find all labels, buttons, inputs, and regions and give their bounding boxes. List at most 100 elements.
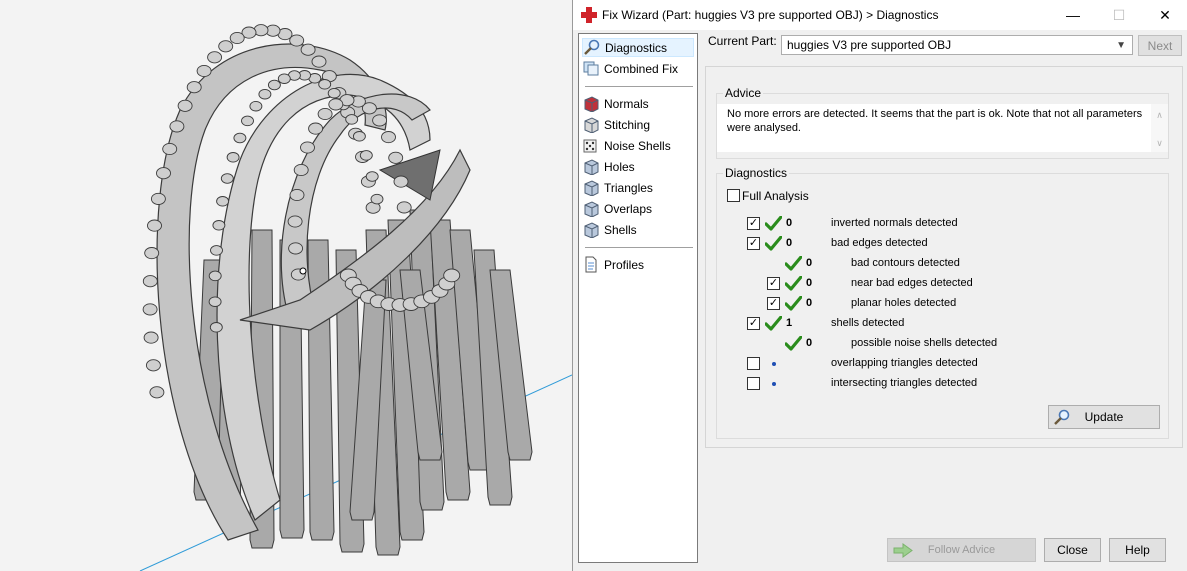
diagnostic-count: 0: [806, 257, 813, 269]
window-title: Fix Wizard (Part: huggies V3 pre support…: [602, 8, 939, 22]
follow-advice-button[interactable]: Follow Advice: [887, 538, 1036, 562]
support-tip: [142, 275, 158, 288]
support-tip: [287, 215, 303, 228]
support-tip: [370, 193, 384, 205]
follow-advice-label: Follow Advice: [927, 544, 996, 556]
nav-item-stitching[interactable]: Stitching: [582, 115, 694, 134]
help-button[interactable]: Help: [1109, 538, 1166, 562]
support-tip: [293, 163, 309, 177]
support-tip: [147, 219, 162, 232]
scroll-up-icon[interactable]: ∧: [1151, 108, 1168, 122]
maximize-button[interactable]: ☐: [1096, 0, 1142, 30]
cube-normals-icon: [584, 96, 599, 112]
support-tip: [156, 167, 171, 180]
support-tip: [328, 98, 344, 111]
nav-item-label: Profiles: [604, 257, 645, 272]
cube-shells-icon: [584, 222, 599, 238]
magnifier-icon: [584, 39, 600, 55]
nav-item-normals[interactable]: Normals: [582, 94, 694, 113]
nav-item-label: Stitching: [604, 117, 651, 132]
advice-text-box: No more errors are detected. It seems th…: [717, 104, 1168, 152]
diagnostic-label: possible noise shells detected: [851, 337, 998, 349]
diagnostic-checkbox[interactable]: ✓: [767, 277, 780, 290]
pending-dot-icon: [772, 362, 776, 366]
support-tip: [289, 188, 305, 202]
checkmark-icon: [765, 316, 782, 331]
cube-overlaps-icon: [584, 201, 599, 217]
checkmark-icon: [765, 236, 782, 251]
support-tip: [177, 99, 193, 112]
current-part-select[interactable]: huggies V3 pre supported OBJ ▼: [781, 35, 1133, 55]
nav-item-noise-shells[interactable]: Noise Shells: [582, 136, 694, 155]
nav-item-label: Noise Shells: [604, 138, 671, 153]
diagnostic-label: overlapping triangles detected: [831, 357, 978, 369]
3d-model-view[interactable]: [0, 0, 572, 571]
diagnostic-count: 1: [786, 317, 793, 329]
support-tip: [308, 122, 324, 135]
diagnostic-label: shells detected: [831, 317, 905, 329]
support-tip: [327, 87, 341, 99]
nav-item-triangles[interactable]: Triangles: [582, 178, 694, 197]
advice-scrollbar[interactable]: ∧ ∨: [1151, 104, 1168, 152]
support-tip: [209, 322, 223, 333]
nav-item-shells[interactable]: Shells: [582, 220, 694, 239]
diagnostic-checkbox[interactable]: ✓: [747, 217, 760, 230]
minimize-button[interactable]: —: [1050, 0, 1096, 30]
checkmark-icon: [785, 336, 802, 351]
checkmark-icon: [785, 276, 802, 291]
diagnostic-count: 0: [786, 217, 793, 229]
support-tip: [144, 247, 160, 260]
window-close-button[interactable]: ✕: [1142, 0, 1187, 30]
nav-item-label: Combined Fix: [604, 61, 679, 76]
diagnostic-label: near bad edges detected: [851, 277, 973, 289]
layers-icon: [583, 61, 599, 76]
full-analysis-checkbox[interactable]: [727, 189, 740, 202]
scroll-down-icon[interactable]: ∨: [1151, 136, 1168, 150]
diagnostic-checkbox[interactable]: ✓: [747, 237, 760, 250]
nav-separator: [585, 86, 693, 87]
document-icon: [585, 256, 597, 273]
close-button[interactable]: Close: [1044, 538, 1101, 562]
support-tip: [396, 201, 412, 214]
checkmark-icon: [785, 296, 802, 311]
support-tip: [372, 114, 388, 127]
diagnostic-checkbox[interactable]: [747, 357, 760, 370]
nav-item-holes[interactable]: Holes: [582, 157, 694, 176]
support-tip: [300, 141, 315, 154]
title-bar[interactable]: Fix Wizard (Part: huggies V3 pre support…: [573, 0, 1187, 30]
nav-item-profiles[interactable]: Profiles: [582, 255, 694, 274]
support-tip: [196, 64, 212, 78]
wizard-nav: Diagnostics Combined Fix Normals Stitching N…: [578, 33, 698, 563]
diagnostic-checkbox[interactable]: ✓: [747, 317, 760, 330]
diagnostic-checkbox[interactable]: ✓: [767, 297, 780, 310]
diagnostic-count: 0: [806, 337, 813, 349]
diagnostic-checkbox[interactable]: [747, 377, 760, 390]
support-tip: [150, 192, 166, 205]
support-tip: [220, 173, 234, 184]
support-tip: [162, 142, 178, 156]
support-tip: [318, 79, 332, 90]
support-tip: [388, 151, 404, 164]
nav-item-label: Diagnostics: [605, 40, 668, 55]
support-tip: [345, 114, 359, 125]
diagnostic-count: 0: [806, 297, 813, 309]
support-tip: [169, 120, 185, 133]
nav-separator: [585, 247, 693, 248]
update-button[interactable]: Update: [1048, 405, 1160, 429]
dice-icon: [583, 139, 597, 153]
nav-item-combined-fix[interactable]: Combined Fix: [582, 59, 694, 78]
diagnostic-label: bad contours detected: [851, 257, 960, 269]
support-tip: [300, 43, 316, 56]
3d-viewport[interactable]: [0, 0, 572, 571]
full-analysis-label: Full Analysis: [742, 189, 809, 203]
support-tip: [381, 131, 396, 144]
nav-item-diagnostics[interactable]: Diagnostics: [582, 38, 694, 57]
support-tip: [208, 296, 222, 307]
diagnostics-title: Diagnostics: [723, 166, 790, 180]
support-tip: [233, 132, 247, 144]
nav-item-label: Shells: [604, 222, 637, 237]
next-button[interactable]: Next: [1138, 35, 1182, 56]
support-tip: [443, 268, 461, 283]
nav-item-overlaps[interactable]: Overlaps: [582, 199, 694, 218]
magnifier-icon: [1054, 409, 1070, 425]
